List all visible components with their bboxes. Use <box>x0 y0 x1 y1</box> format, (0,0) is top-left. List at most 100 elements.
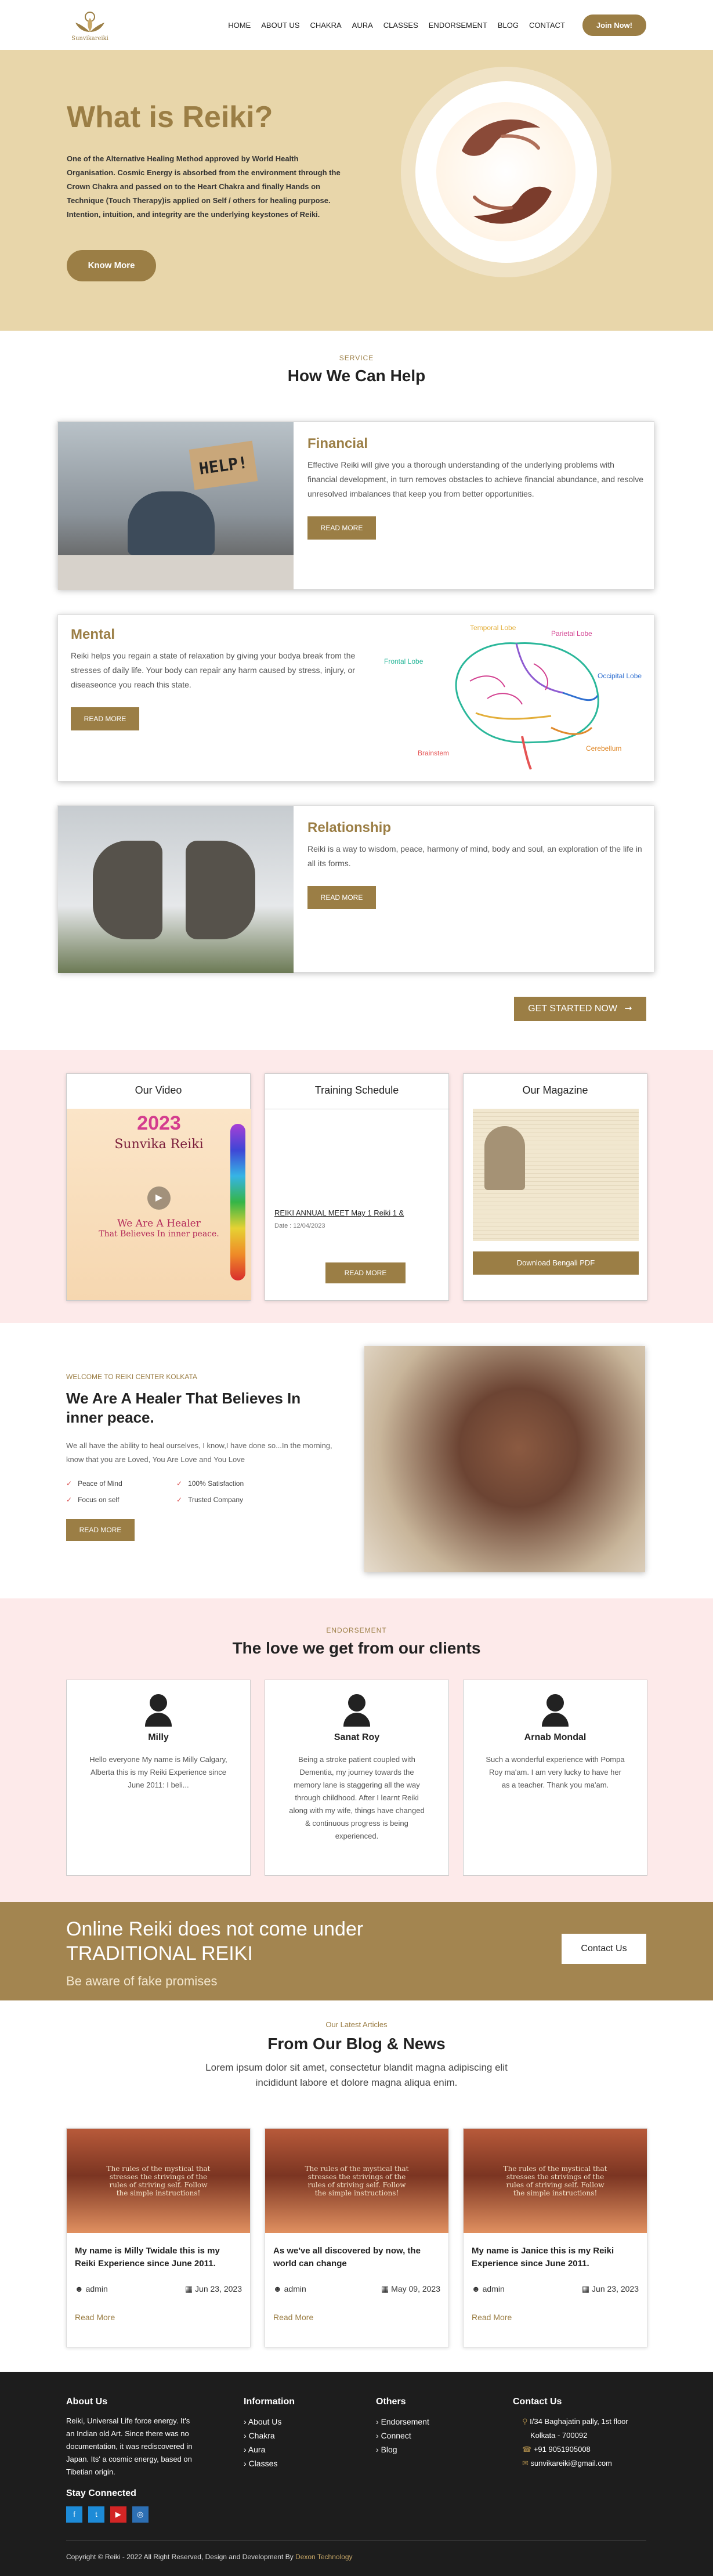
testimonial-text: Hello everyone My name is Milly Calgary,… <box>89 1755 227 1789</box>
footer-link[interactable]: › Blog <box>376 2443 429 2456</box>
nav-home[interactable]: HOME <box>228 21 251 30</box>
poster-brand: Sunvika Reiki <box>114 1137 204 1152</box>
video-title: Our Video <box>135 1084 182 1096</box>
banner-line1: Online Reiki does not come under <box>66 1918 364 1940</box>
blog-image[interactable]: The rules of the mystical that stresses … <box>265 2129 448 2233</box>
banner-line2: TRADITIONAL REIKI <box>66 1942 253 1964</box>
logo-text: Sunvikareiki <box>71 35 108 42</box>
blog-author: ☻ admin <box>472 2284 505 2293</box>
help-heading: How We Can Help <box>287 367 426 385</box>
cta-banner: Online Reiki does not come under TRADITI… <box>0 1902 713 2000</box>
blog-read-more-link[interactable]: Read More <box>464 2294 647 2322</box>
mental-body: Reiki helps you regain a state of relaxa… <box>71 651 356 689</box>
nav-classes[interactable]: CLASSES <box>383 21 418 30</box>
nav-about[interactable]: ABOUT US <box>261 21 299 30</box>
blog-image[interactable]: The rules of the mystical that stresses … <box>464 2129 647 2233</box>
relationship-read-more-button[interactable]: READ MORE <box>307 886 376 909</box>
nav-blog[interactable]: BLOG <box>498 21 519 30</box>
blog-title[interactable]: My name is Milly Twidale this is my Reik… <box>67 2233 250 2270</box>
testimonial-card: Milly Hello everyone My name is Milly Ca… <box>66 1680 251 1876</box>
schedule-read-more-button[interactable]: READ MORE <box>325 1262 406 1283</box>
testimonial-card: Arnab Mondal Such a wonderful experience… <box>463 1680 647 1876</box>
blog-header: Our Latest Articles From Our Blog & News… <box>0 2020 713 2090</box>
avatar-icon <box>542 1694 569 1727</box>
schedule-event[interactable]: REIKI ANNUAL MEET May 1 Reiki 1 & <box>274 1209 404 1217</box>
know-more-button[interactable]: Know More <box>67 250 156 281</box>
youtube-icon[interactable]: ▶ <box>110 2506 126 2523</box>
copyright: Copyright © Reiki - 2022 All Right Reser… <box>66 2553 353 2561</box>
nav-chakra[interactable]: CHAKRA <box>310 21 341 30</box>
twitter-icon[interactable]: t <box>88 2506 104 2523</box>
schedule-card: Training Schedule REIKI ANNUAL MEET May … <box>265 1073 450 1301</box>
instagram-icon[interactable]: ◎ <box>132 2506 149 2523</box>
designer-link[interactable]: Dexon Technology <box>295 2553 353 2561</box>
testimonial-name: Milly <box>148 1732 169 1742</box>
chakra-stack-icon <box>230 1124 245 1280</box>
footer-phone[interactable]: ☎ +91 9051905008 <box>513 2443 646 2456</box>
download-pdf-button[interactable]: Download Bengali PDF <box>473 1251 639 1275</box>
testimonial-text: Such a wonderful experience with Pompa R… <box>486 1755 625 1789</box>
brain-label-temporal: Temporal Lobe <box>470 624 516 632</box>
calendar-icon: ▦ <box>381 2284 389 2293</box>
blog-image[interactable]: The rules of the mystical that stresses … <box>67 2129 250 2233</box>
play-icon[interactable]: ▶ <box>147 1186 171 1210</box>
blog-intro: Lorem ipsum dolor sit amet, consectetur … <box>205 2062 508 2088</box>
testimonial-name: Sanat Roy <box>334 1732 380 1742</box>
brain-label-parietal: Parietal Lobe <box>551 629 592 638</box>
mental-read-more-button[interactable]: READ MORE <box>71 707 139 730</box>
check-icon: ✓ <box>66 1496 73 1504</box>
footer-link[interactable]: › About Us <box>244 2415 295 2429</box>
phone-icon: ☎ <box>522 2445 532 2454</box>
blog-title[interactable]: My name is Janice this is my Reiki Exper… <box>464 2233 647 2270</box>
check-icon: ✓ <box>176 1479 183 1488</box>
tree-head-left <box>93 841 162 939</box>
footer-link[interactable]: › Connect <box>376 2429 429 2443</box>
financial-content: Financial Effective Reiki will give you … <box>307 436 644 540</box>
footer-contact-title: Contact Us <box>513 2397 562 2407</box>
check-item: ✓ 100% Satisfaction <box>176 1479 244 1488</box>
get-started-button[interactable]: GET STARTED NOW ➞ <box>514 997 646 1021</box>
magazine-cover[interactable] <box>473 1109 639 1241</box>
blog-read-more-link[interactable]: Read More <box>265 2294 448 2322</box>
footer-link[interactable]: › Classes <box>244 2456 295 2470</box>
financial-body: Effective Reiki will give you a thorough… <box>307 460 644 498</box>
poster-belief: That Believes In inner peace. <box>99 1229 219 1239</box>
join-now-button[interactable]: Join Now! <box>582 14 646 36</box>
endorsement-section: ENDORSEMENT The love we get from our cli… <box>0 1598 713 1902</box>
social-links: f t ▶ ◎ <box>66 2506 194 2523</box>
poster-year: 2023 <box>137 1112 181 1134</box>
magazine-card: Our Magazine Download Bengali PDF <box>463 1073 647 1301</box>
blog-card: The rules of the mystical that stresses … <box>265 2128 449 2347</box>
financial-read-more-button[interactable]: READ MORE <box>307 516 376 540</box>
footer-email[interactable]: ✉ sunvikareiki@gmail.com <box>513 2456 646 2470</box>
footer-link[interactable]: › Endorsement <box>376 2415 429 2429</box>
logo[interactable]: Sunvikareiki <box>67 9 113 42</box>
arrow-right-icon: ➞ <box>624 1004 632 1014</box>
blog-read-more-link[interactable]: Read More <box>67 2294 250 2322</box>
footer-divider <box>66 2540 646 2541</box>
brain-label-cerebellum: Cerebellum <box>586 744 621 752</box>
help-sign: HELP! <box>189 440 258 490</box>
contact-us-button[interactable]: Contact Us <box>562 1934 646 1964</box>
nav-contact[interactable]: CONTACT <box>529 21 565 30</box>
nav-aura[interactable]: AURA <box>352 21 373 30</box>
relationship-content: Relationship Reiki is a way to wisdom, p… <box>307 820 644 909</box>
help-card-relationship: Relationship Reiki is a way to wisdom, p… <box>57 805 654 973</box>
about-checklist: ✓ Peace of Mind ✓ 100% Satisfaction ✓ Focus… <box>66 1479 345 1504</box>
mental-title: Mental <box>71 627 115 642</box>
blog-image-quote: The rules of the mystical that stresses … <box>503 2165 607 2197</box>
about-read-more-button[interactable]: READ MORE <box>66 1519 135 1541</box>
blog-kicker: Our Latest Articles <box>325 2020 388 2029</box>
relationship-title: Relationship <box>307 820 392 835</box>
footer-link[interactable]: › Chakra <box>244 2429 295 2443</box>
schedule-title: Training Schedule <box>314 1084 399 1096</box>
brain-diagram-icon: Temporal Lobe Parietal Lobe Frontal Lobe… <box>384 624 642 770</box>
footer-link[interactable]: › Aura <box>244 2443 295 2456</box>
help-card-financial: HELP! Financial Effective Reiki will giv… <box>57 421 654 590</box>
blog-card: The rules of the mystical that stresses … <box>463 2128 647 2347</box>
blog-title[interactable]: As we've all discovered by now, the worl… <box>265 2233 448 2270</box>
magazine-figure <box>484 1126 525 1190</box>
nav-endorsement[interactable]: ENDORSEMENT <box>429 21 487 30</box>
video-player[interactable]: 2023 Sunvika Reiki ▶ We Are A Healer Tha… <box>67 1109 251 1300</box>
facebook-icon[interactable]: f <box>66 2506 82 2523</box>
